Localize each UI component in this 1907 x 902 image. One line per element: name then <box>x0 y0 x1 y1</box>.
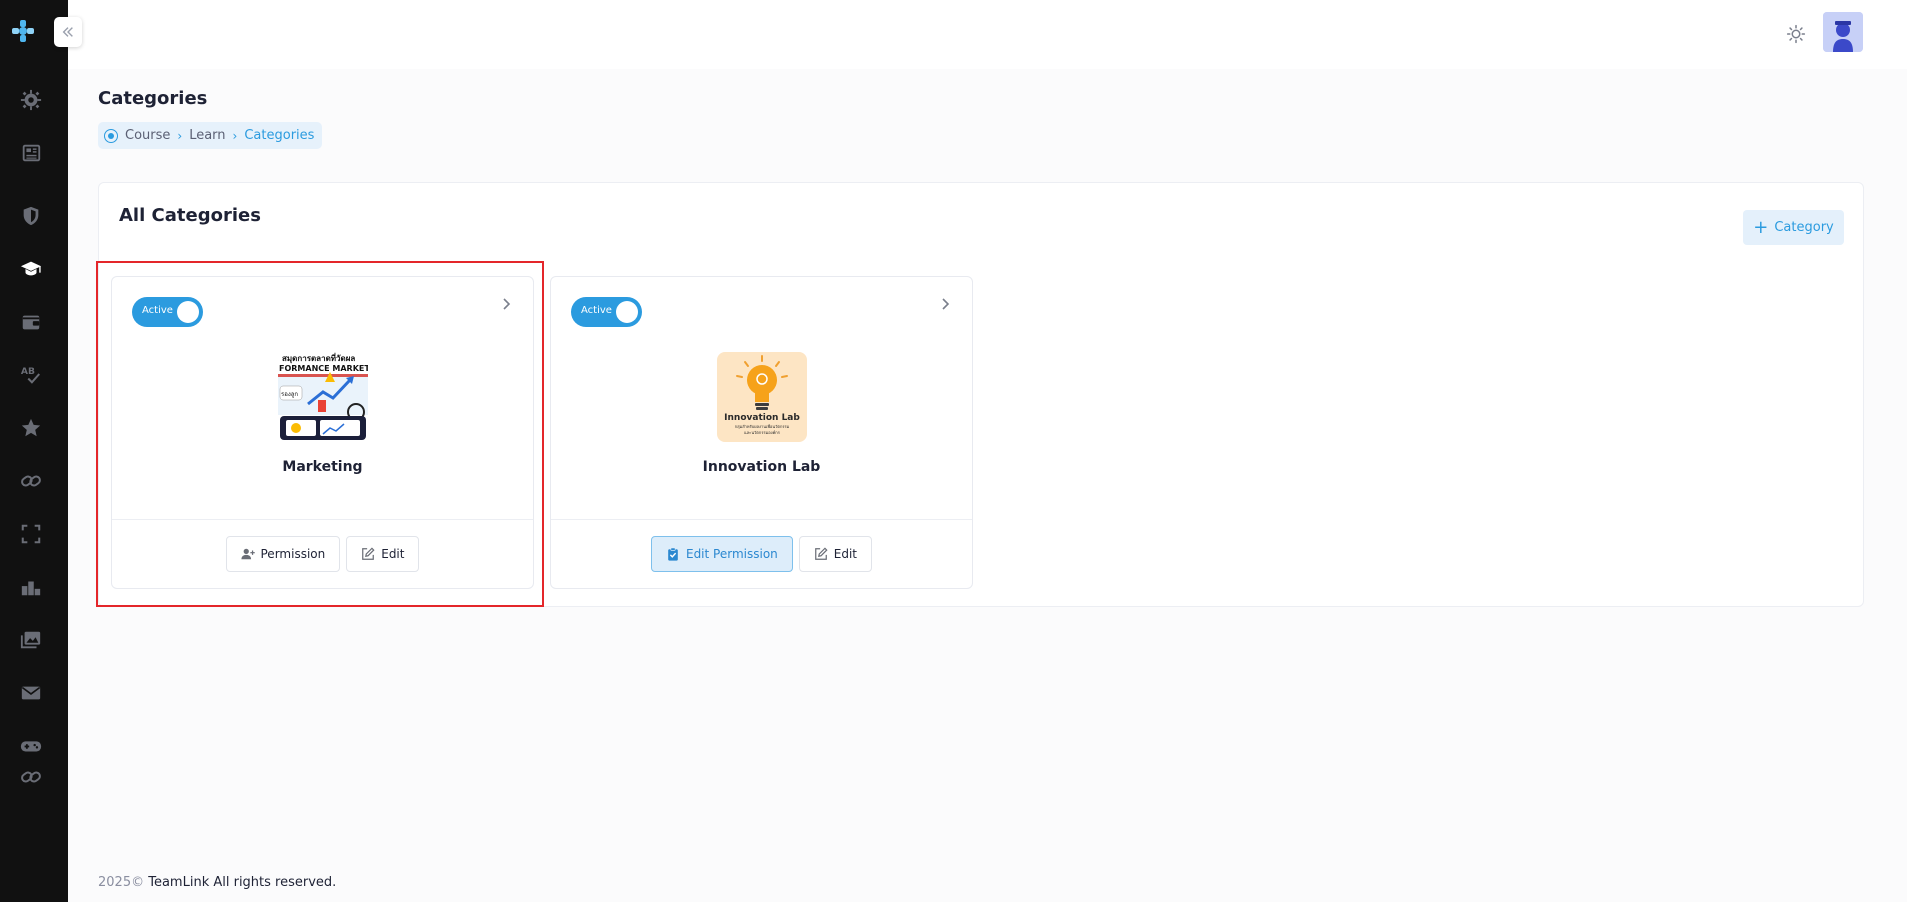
footer: 2025© TeamLink All rights reserved. <box>98 875 336 890</box>
edit-button[interactable]: Edit <box>798 536 873 572</box>
footer-text: TeamLink All rights reserved. <box>148 875 337 890</box>
edit-label: Edit <box>833 547 858 561</box>
category-name: Innovation Lab <box>702 459 821 475</box>
link-icon[interactable] <box>18 468 44 494</box>
envelope-icon[interactable] <box>18 680 44 706</box>
link-icon[interactable] <box>18 764 44 790</box>
highlight-box <box>96 261 544 607</box>
category-card-innovation-lab[interactable]: Active Innovation Lab กลุ่มสำหรับผลงานเพ… <box>550 276 973 589</box>
podium-icon[interactable] <box>18 574 44 600</box>
graduation-cap-icon[interactable] <box>18 256 44 282</box>
sun-icon[interactable] <box>1782 20 1810 48</box>
add-category-label: Category <box>1774 220 1834 235</box>
plus-icon: + <box>1753 216 1769 238</box>
app-logo[interactable] <box>10 18 36 44</box>
chevron-right-icon: › <box>232 128 238 143</box>
shield-icon[interactable] <box>18 203 44 229</box>
edit-permission-label: Edit Permission <box>685 547 778 561</box>
status-label: Active <box>581 305 612 316</box>
breadcrumb-current: Categories <box>244 128 315 143</box>
spellcheck-icon[interactable]: AB <box>18 361 44 387</box>
sidebar-collapse-button[interactable] <box>54 17 82 47</box>
star-icon[interactable] <box>18 415 44 441</box>
footer-year: 2025© <box>98 875 145 890</box>
sidebar: AB <box>0 0 68 902</box>
chevron-right-icon[interactable] <box>938 297 952 311</box>
thumb-subtitle-2: และนวัตกรรมองค์กร <box>744 430 781 435</box>
status-toggle[interactable]: Active <box>571 297 642 327</box>
chevron-right-icon: › <box>177 128 183 143</box>
card-actions: Edit Permission Edit <box>551 536 972 572</box>
edit-permission-button[interactable]: Edit Permission <box>650 536 793 572</box>
images-icon[interactable] <box>18 627 44 653</box>
thumb-title: Innovation Lab <box>724 413 800 423</box>
wallet-icon[interactable] <box>18 309 44 335</box>
clipboard-check-icon <box>668 547 678 561</box>
svg-text:AB: AB <box>21 366 35 377</box>
expand-icon[interactable] <box>18 521 44 547</box>
card-divider <box>551 519 972 520</box>
breadcrumb-learn[interactable]: Learn <box>189 128 225 143</box>
top-bar <box>68 0 1907 69</box>
gamepad-icon[interactable] <box>18 733 44 759</box>
category-thumbnail: Innovation Lab กลุ่มสำหรับผลงานเพื่อนวัต… <box>717 352 807 442</box>
page-title: Categories <box>98 88 208 109</box>
user-avatar[interactable] <box>1823 12 1863 52</box>
panel-title: All Categories <box>119 205 261 226</box>
gear-icon[interactable] <box>18 87 44 113</box>
toggle-knob <box>616 301 638 323</box>
add-category-button[interactable]: + Category <box>1743 210 1844 245</box>
edit-icon <box>814 547 828 560</box>
breadcrumb-course[interactable]: Course <box>125 128 170 143</box>
home-circle-icon[interactable] <box>104 128 118 143</box>
double-chevron-left-icon <box>62 27 73 37</box>
newspaper-icon[interactable] <box>18 140 44 166</box>
breadcrumb: Course › Learn › Categories <box>98 122 323 149</box>
